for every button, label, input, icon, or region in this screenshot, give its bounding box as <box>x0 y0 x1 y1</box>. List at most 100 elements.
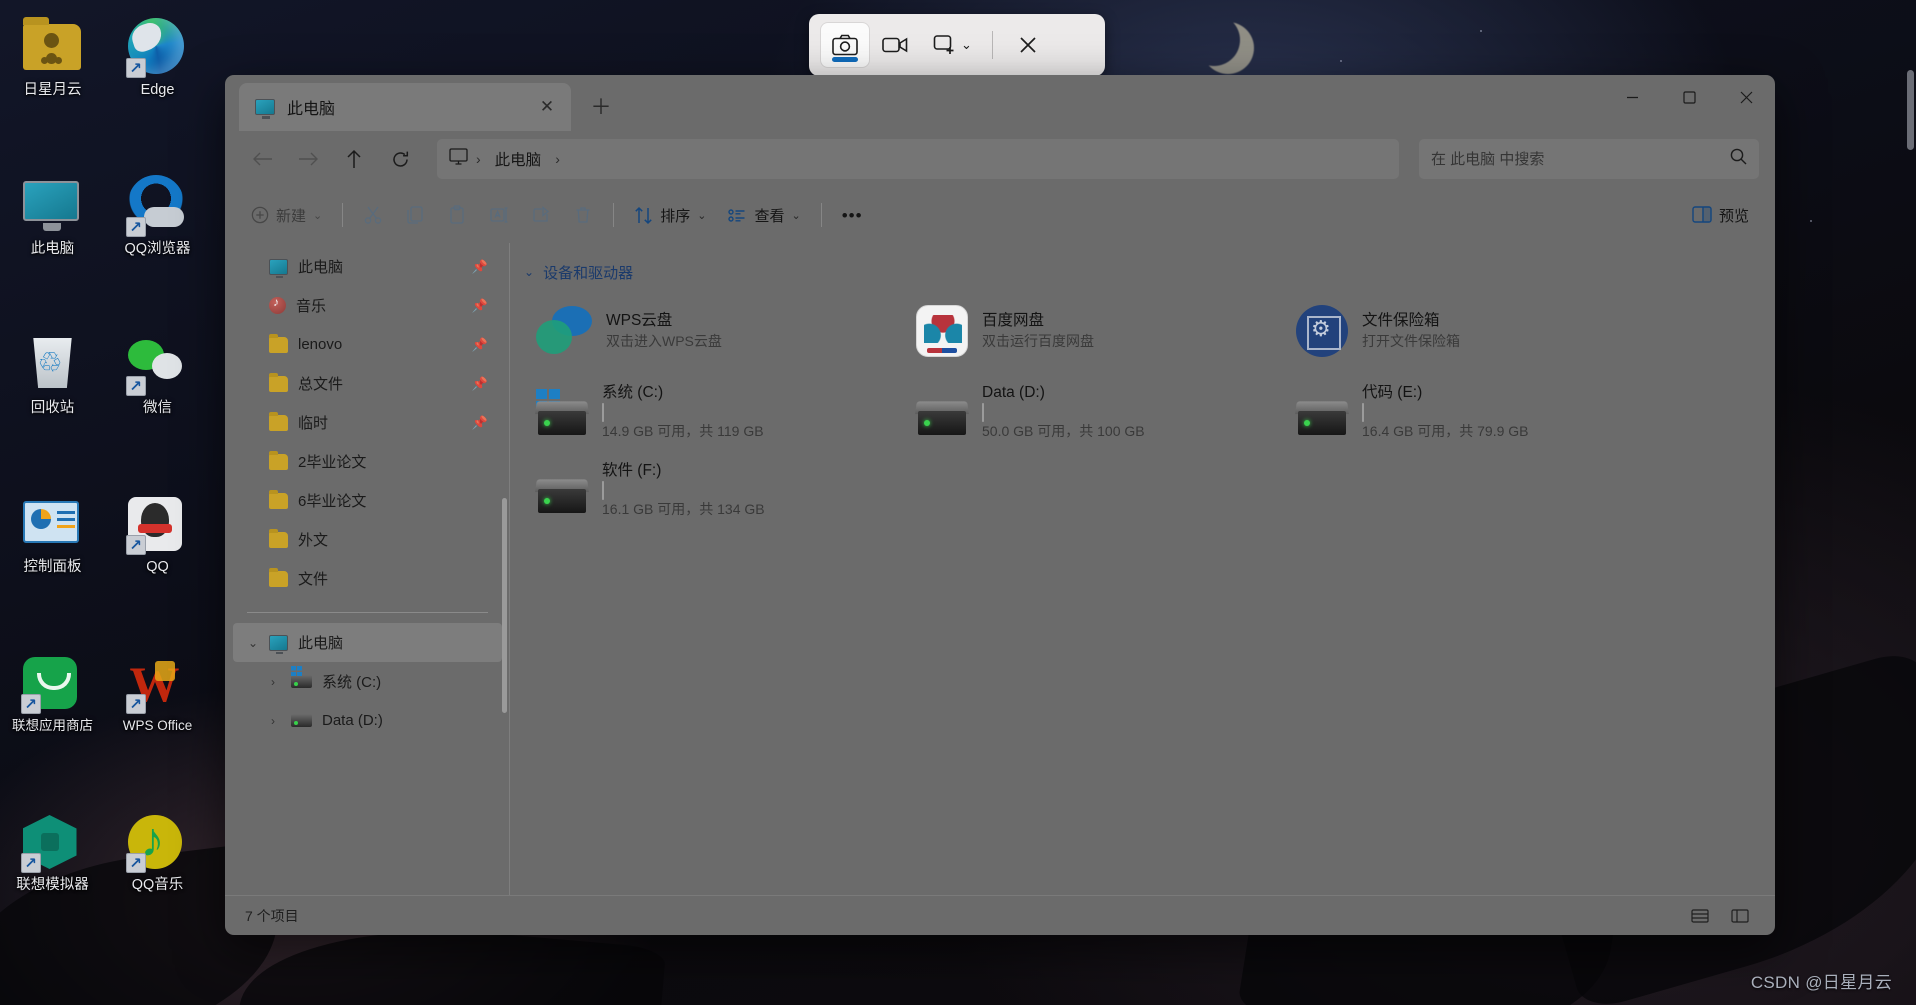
tile-baidu-netdisk[interactable]: 百度网盘 双击运行百度网盘 <box>904 295 1284 367</box>
desktop-icon-this-pc[interactable]: 此电脑 <box>0 165 105 324</box>
breadcrumb-item-this-pc[interactable]: 此电脑 <box>489 145 548 173</box>
tile-file-safe[interactable]: 文件保险箱 打开文件保险箱 <box>1284 295 1664 367</box>
view-button[interactable]: 查看 ⌄ <box>718 196 810 234</box>
scissors-icon <box>364 206 382 224</box>
sidebar-scrollbar[interactable] <box>502 498 507 713</box>
view-button-label: 查看 <box>754 207 785 225</box>
snip-video-button[interactable] <box>871 23 919 67</box>
desktop-icon-qq[interactable]: QQ <box>105 483 210 642</box>
sort-button[interactable]: 排序 ⌄ <box>624 196 716 234</box>
pin-icon[interactable]: 📌 <box>472 337 488 353</box>
breadcrumb[interactable]: › 此电脑 › <box>437 139 1399 179</box>
tile-wps-cloud[interactable]: WPS云盘 双击进入WPS云盘 <box>524 295 904 367</box>
item-count-label: 7 个项目 <box>245 907 299 924</box>
chevron-down-icon[interactable]: ⌄ <box>245 636 261 650</box>
preview-pane-icon <box>1692 206 1712 223</box>
tile-drive-e[interactable]: 代码 (E:) 16.4 GB 可用，共 79.9 GB <box>1284 377 1664 453</box>
sidebar-item-6biyelunwen[interactable]: 6毕业论文 <box>233 481 502 520</box>
desktop-icon-lenovo-emulator[interactable]: 联想模拟器 <box>0 801 105 960</box>
tab-close-button[interactable]: ✕ <box>531 92 563 122</box>
sidebar-item-linshi[interactable]: 临时 📌 <box>233 403 502 442</box>
more-options-button[interactable]: ••• <box>832 196 873 234</box>
copy-button[interactable] <box>395 196 435 234</box>
tile-drive-d[interactable]: Data (D:) 50.0 GB 可用，共 100 GB <box>904 377 1284 453</box>
search-icon[interactable] <box>1730 148 1747 170</box>
rename-icon <box>490 207 508 223</box>
refresh-button[interactable] <box>379 141 421 177</box>
recycle-bin-icon <box>23 334 83 394</box>
chevron-down-icon[interactable]: ⌄ <box>524 265 534 279</box>
drive-icon <box>291 714 312 727</box>
shortcut-arrow-icon <box>125 376 146 396</box>
sidebar-item-waiwen[interactable]: 外文 <box>233 520 502 559</box>
breadcrumb-sep[interactable]: › <box>474 151 483 167</box>
desktop-icon-edge[interactable]: Edge <box>105 6 210 165</box>
chevron-down-icon: ⌄ <box>961 37 972 52</box>
cut-button[interactable] <box>353 196 393 234</box>
sidebar-item-zongwenjian[interactable]: 总文件 📌 <box>233 364 502 403</box>
sidebar-item-wenjian[interactable]: 文件 <box>233 559 502 598</box>
pin-icon[interactable]: 📌 <box>472 415 488 431</box>
desktop-icon-qq-music[interactable]: QQ音乐 <box>105 801 210 960</box>
arrow-right-icon <box>298 152 318 166</box>
minimize-button[interactable] <box>1604 75 1661 119</box>
forward-button[interactable] <box>287 141 329 177</box>
share-button[interactable] <box>521 196 561 234</box>
desktop-icon-folder-user[interactable]: 日星月云 <box>0 6 105 165</box>
shortcut-arrow-icon <box>20 853 41 873</box>
folder-icon <box>269 489 288 509</box>
snip-close-button[interactable] <box>1005 23 1051 67</box>
folder-icon <box>269 411 288 431</box>
chevron-down-icon: ⌄ <box>313 209 323 222</box>
new-tab-button[interactable]: ＋ <box>585 91 617 121</box>
snip-mode-selector[interactable]: ⌄ <box>921 23 980 67</box>
shortcut-arrow-icon <box>125 535 146 555</box>
tile-subtitle: 打开文件保险箱 <box>1362 333 1460 350</box>
breadcrumb-sep-end[interactable]: › <box>553 151 562 167</box>
sidebar-item-this-pc-tree[interactable]: ⌄ 此电脑 <box>233 623 502 662</box>
this-pc-icon <box>449 148 468 170</box>
rename-button[interactable] <box>479 196 519 234</box>
sidebar-item-drive-c[interactable]: › 系统 (C:) <box>233 662 502 701</box>
desktop-icon-wechat[interactable]: 微信 <box>105 324 210 483</box>
back-button[interactable] <box>241 141 283 177</box>
group-header-devices-and-drives[interactable]: ⌄ 设备和驱动器 <box>524 257 1775 287</box>
chevron-right-icon[interactable]: › <box>265 675 281 689</box>
desktop-icon-label: QQ <box>146 559 169 575</box>
snip-camera-button[interactable] <box>821 23 869 67</box>
pin-icon[interactable]: 📌 <box>472 259 488 275</box>
desktop-icon-recycle-bin[interactable]: 回收站 <box>0 324 105 483</box>
explorer-titlebar: 此电脑 ✕ ＋ <box>225 75 1775 131</box>
close-button[interactable] <box>1718 75 1775 119</box>
detail-view-button[interactable] <box>1725 903 1755 929</box>
group-title: 设备和驱动器 <box>543 264 634 282</box>
tile-drive-c[interactable]: 系统 (C:) 14.9 GB 可用，共 119 GB <box>524 377 904 453</box>
tile-drive-f[interactable]: 软件 (F:) 16.1 GB 可用，共 134 GB <box>524 455 904 531</box>
desktop-icon-lenovo-app-store[interactable]: 联想应用商店 <box>0 642 105 801</box>
drive-icon <box>535 471 589 515</box>
desktop-icon-qq-browser[interactable]: QQ浏览器 <box>105 165 210 324</box>
new-button[interactable]: 新建 ⌄ <box>241 196 332 234</box>
pin-icon[interactable]: 📌 <box>472 298 488 314</box>
search-input[interactable] <box>1431 150 1722 168</box>
pin-icon[interactable]: 📌 <box>472 376 488 392</box>
tab-this-pc[interactable]: 此电脑 ✕ <box>239 83 571 131</box>
up-button[interactable] <box>333 141 375 177</box>
sidebar-item-this-pc-quick[interactable]: 此电脑 📌 <box>233 247 502 286</box>
paste-button[interactable] <box>437 196 477 234</box>
desktop-icon-wps-office[interactable]: WPS Office <box>105 642 210 801</box>
sidebar-item-2biyelunwen[interactable]: 2毕业论文 <box>233 442 502 481</box>
shortcut-arrow-icon <box>125 853 146 873</box>
search-box[interactable] <box>1419 139 1759 179</box>
desktop-icon-control-panel[interactable]: 控制面板 <box>0 483 105 642</box>
maximize-button[interactable] <box>1661 75 1718 119</box>
paste-icon <box>450 205 464 224</box>
chevron-right-icon[interactable]: › <box>265 714 281 728</box>
sidebar-item-drive-d[interactable]: › Data (D:) <box>233 701 502 740</box>
delete-button[interactable] <box>563 196 603 234</box>
sidebar-item-lenovo[interactable]: lenovo 📌 <box>233 325 502 364</box>
desktop-icon-label: Edge <box>140 82 175 98</box>
sidebar-item-music[interactable]: 音乐 📌 <box>233 286 502 325</box>
preview-button[interactable]: 预览 <box>1682 196 1759 234</box>
list-view-button[interactable] <box>1685 903 1715 929</box>
